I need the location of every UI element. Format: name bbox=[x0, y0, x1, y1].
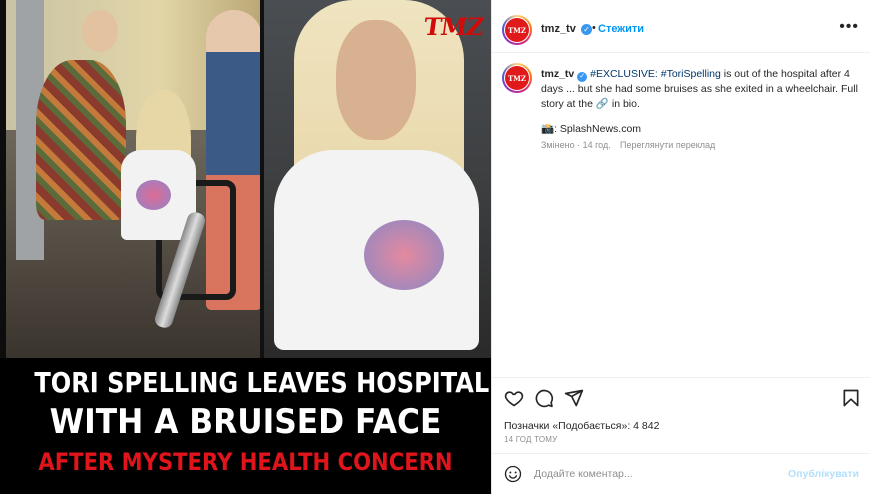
send-icon bbox=[564, 389, 584, 407]
caption-text-end: in bio. bbox=[608, 98, 640, 110]
headline-line-2: WITH A BRUISED FACE bbox=[49, 402, 442, 442]
caption-avatar[interactable]: TMZ bbox=[502, 63, 532, 93]
post-header: TMZ tmz_tv ✓ • Стежити ••• bbox=[492, 8, 870, 53]
avatar[interactable]: TMZ bbox=[502, 15, 532, 45]
username-link[interactable]: tmz_tv bbox=[541, 23, 576, 35]
save-button[interactable] bbox=[841, 388, 861, 408]
tmz-logo: TMZ bbox=[421, 12, 485, 41]
more-options-icon[interactable]: ••• bbox=[839, 18, 859, 36]
emoji-picker-button[interactable] bbox=[504, 465, 522, 483]
comment-button[interactable] bbox=[534, 388, 554, 408]
person-blanket bbox=[36, 60, 126, 220]
avatar-label: TMZ bbox=[505, 18, 529, 42]
smiley-icon bbox=[504, 465, 522, 483]
bookmark-icon bbox=[843, 389, 859, 407]
caption-verified-badge-icon: ✓ bbox=[577, 72, 588, 82]
edited-timestamp: Змінено · 14 год. bbox=[541, 140, 611, 150]
hashtag-tori-spelling[interactable]: #ToriSpelling bbox=[661, 68, 721, 80]
like-button[interactable] bbox=[504, 388, 524, 408]
camera-icon: 📸 bbox=[541, 123, 555, 135]
credit-text: : SplashNews.com bbox=[554, 123, 642, 135]
verified-badge-icon: ✓ bbox=[581, 24, 592, 35]
person-face-closeup bbox=[336, 20, 416, 140]
comment-bar: Опублікувати bbox=[492, 453, 870, 494]
headline-line-3: AFTER MYSTERY HEALTH CONCERN bbox=[38, 448, 453, 476]
headline-banner: TORI SPELLING LEAVES HOSPITAL WITH A BRU… bbox=[0, 358, 491, 494]
separator-dot: • bbox=[592, 22, 596, 34]
person-shirt-closeup bbox=[274, 150, 479, 350]
caption-avatar-label: TMZ bbox=[505, 66, 529, 90]
hashtag-exclusive[interactable]: #EXCLUSIVE: bbox=[590, 68, 658, 80]
actions-divider bbox=[492, 377, 870, 378]
headline-line-1: TORI SPELLING LEAVES HOSPITAL bbox=[34, 366, 490, 399]
photo-right bbox=[264, 0, 491, 358]
heart-icon bbox=[504, 391, 524, 407]
post-caption: tmz_tv ✓ #EXCLUSIVE: #ToriSpelling is ou… bbox=[541, 67, 859, 112]
post-date: 14 ГОД ТОМУ bbox=[504, 435, 558, 444]
likes-count[interactable]: Позначки «Подобається»: 4 842 bbox=[504, 420, 659, 432]
post-media[interactable]: TMZ TORI SPELLING LEAVES HOSPITAL WITH A… bbox=[0, 0, 491, 494]
link-icon: 🔗 bbox=[595, 98, 609, 110]
comment-icon bbox=[535, 389, 554, 408]
post-panel: TMZ tmz_tv ✓ • Стежити ••• TMZ tmz_tv ✓ … bbox=[491, 0, 870, 494]
caption-username-link[interactable]: tmz_tv bbox=[541, 68, 574, 80]
photo-credit: 📸: SplashNews.com bbox=[541, 122, 641, 135]
publish-button[interactable]: Опублікувати bbox=[788, 468, 859, 480]
person-head bbox=[82, 10, 118, 52]
share-button[interactable] bbox=[564, 388, 584, 408]
photo-left bbox=[6, 0, 260, 358]
follow-button[interactable]: Стежити bbox=[598, 23, 644, 35]
see-translation-link[interactable]: Переглянути переклад bbox=[620, 140, 715, 150]
comment-input[interactable] bbox=[534, 465, 774, 483]
